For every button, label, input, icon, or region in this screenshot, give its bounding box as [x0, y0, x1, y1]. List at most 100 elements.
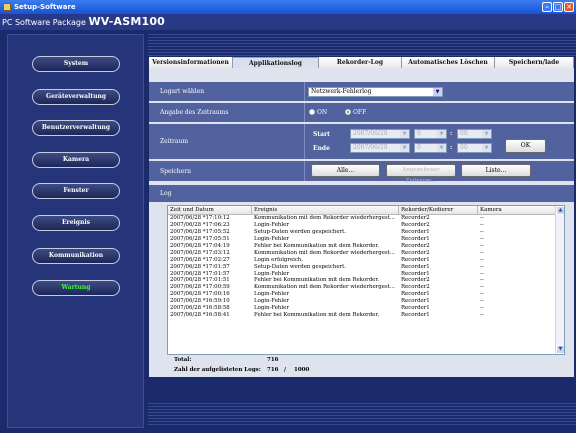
end-minute-select[interactable]: 00 ▼ [457, 143, 492, 153]
cell-event: Kommunikation mit dem Rekorder wiederher… [254, 249, 395, 256]
log-title: Log [160, 190, 172, 197]
table-row[interactable]: 2007/06/28 *17:06:23 Login-Fehler Recorder… [168, 222, 557, 229]
start-minute-value: 00 [460, 130, 468, 137]
cell-event: Fehler bei Kommunikation mit dem Rekorde… [254, 277, 380, 284]
end-date-value: 2007/06/28 [353, 144, 388, 151]
table-row[interactable]: 2007/06/28 *17:01:57 Login-Fehler Recorder… [168, 271, 557, 278]
cell-recorder: Recorder1 [401, 270, 430, 277]
table-row[interactable]: 2007/06/28 *16:58:58 Login-Fehler Recorder… [168, 305, 557, 312]
product-prefix: PC Software Package [2, 18, 86, 27]
table-row[interactable]: 2007/06/28 *16:59:10 Login-Fehler Recorder… [168, 298, 557, 305]
minimize-icon[interactable]: – [542, 2, 552, 12]
cell-camera: -- [480, 284, 484, 291]
cell-camera: -- [480, 249, 484, 256]
log-rows: 2007/06/28 *17:10:12 Kommunikation mit de… [168, 215, 557, 319]
end-hour-select[interactable]: 0 ▼ [414, 143, 447, 153]
logtype-select[interactable]: Netzwerk-Fehlerlog ▼ [308, 87, 443, 97]
cell-datetime: 2007/06/28 *16:59:10 [170, 298, 230, 305]
tab-application-log[interactable]: Applikationslog [233, 57, 319, 68]
main-panel: Versionsinformationen Applikationslog Re… [149, 57, 574, 377]
logtype-label: Logart wählen [160, 88, 205, 95]
sidebar: System Geräteverwaltung Benutzerverwaltu… [7, 34, 144, 428]
title-bar: Setup-Software – □ ✕ [0, 0, 576, 14]
start-hour-select[interactable]: 0 ▼ [414, 129, 447, 139]
cell-recorder: Recorder1 [401, 312, 430, 319]
table-row[interactable]: 2007/06/28 *17:05:52 Setup-Daten werden g… [168, 229, 557, 236]
save-range-button[interactable]: Angegebener Zeitraum... [386, 164, 456, 184]
log-header: Log [149, 185, 574, 202]
scroll-down-icon[interactable]: ▼ [556, 345, 564, 354]
cell-event: Fehler bei Kommunikation mit dem Rekorde… [254, 242, 380, 249]
end-hour-value: 0 [417, 144, 421, 151]
product-model: WV-ASM100 [88, 15, 166, 28]
save-list-button[interactable]: Liste... [461, 164, 531, 177]
start-minute-select[interactable]: 00 ▼ [457, 129, 492, 139]
ok-button[interactable]: OK [505, 139, 546, 153]
table-row[interactable]: 2007/06/28 *17:05:51 Login-Fehler Recorder… [168, 236, 557, 243]
tab-version-info[interactable]: Versionsinformationen [149, 57, 233, 68]
save-all-button[interactable]: Alle... [311, 164, 380, 177]
cell-event: Login-Fehler [254, 235, 289, 242]
table-row[interactable]: 2007/06/28 *17:00:16 Login-Fehler Recorder… [168, 291, 557, 298]
close-icon[interactable]: ✕ [564, 2, 574, 12]
cell-datetime: 2007/06/28 *17:03:12 [170, 249, 230, 256]
cell-event: Kommunikation mit dem Rekorder wiederher… [254, 215, 395, 221]
period-label: Zeitraum [160, 138, 189, 145]
window-title: Setup-Software [14, 3, 76, 11]
column-header-camera[interactable]: Kamera [478, 206, 557, 215]
table-row[interactable]: 2007/06/28 *16:58:41 Fehler bei Kommunika… [168, 312, 557, 319]
timespec-off-radio[interactable] [345, 109, 351, 115]
nav-user-management-button[interactable]: Benutzerverwaltung [32, 120, 120, 136]
cell-datetime: 2007/06/28 *16:58:41 [170, 312, 230, 319]
tab-save-load[interactable]: Speichern/lade [495, 57, 574, 68]
nav-maintenance-button[interactable]: Wartung [32, 280, 120, 296]
end-date-select[interactable]: 2007/06/28 ▼ [350, 143, 410, 153]
nav-camera-button[interactable]: Kamera [32, 152, 120, 168]
cell-camera: -- [480, 221, 484, 228]
log-scrollbar[interactable]: ▲ ▼ [555, 206, 564, 354]
tab-auto-delete[interactable]: Automatisches Löschen [402, 57, 495, 68]
table-row[interactable]: 2007/06/28 *17:10:12 Kommunikation mit de… [168, 215, 557, 222]
nav-system-button[interactable]: System [32, 56, 120, 72]
nav-device-management-button[interactable]: Geräteverwaltung [32, 89, 120, 105]
cell-datetime: 2007/06/28 *17:00:59 [170, 284, 230, 291]
timespec-on-label: ON [317, 109, 328, 116]
table-row[interactable]: 2007/06/28 *17:00:59 Kommunikation mit de… [168, 284, 557, 291]
nav-window-button[interactable]: Fenster [32, 183, 120, 199]
table-row[interactable]: 2007/06/28 *17:01:51 Fehler bei Kommunika… [168, 277, 557, 284]
cell-event: Login-Fehler [254, 221, 289, 228]
chevron-down-icon: ▼ [482, 144, 491, 152]
column-header-recorder[interactable]: Rekorder/Kodierer [399, 206, 478, 215]
start-hour-value: 0 [417, 130, 421, 137]
table-row[interactable]: 2007/06/28 *17:01:57 Setup-Daten werden g… [168, 264, 557, 271]
table-row[interactable]: 2007/06/28 *17:02:27 Login erfolgreich. Re… [168, 257, 557, 264]
cell-camera: -- [480, 312, 484, 319]
chevron-down-icon: ▼ [437, 144, 446, 152]
cell-recorder: Recorder2 [401, 215, 430, 221]
total-value: 716 [267, 357, 279, 363]
start-date-select[interactable]: 2007/06/28 ▼ [350, 129, 410, 139]
save-row: Speichern Alle... Angegebener Zeitraum..… [149, 161, 574, 184]
timespec-on-radio[interactable] [309, 109, 315, 115]
cell-datetime: 2007/06/28 *17:06:23 [170, 221, 230, 228]
column-header-datetime[interactable]: Zeit und Datum [168, 206, 252, 215]
listed-max: 1000 [294, 367, 310, 373]
nav-event-button[interactable]: Ereignis [32, 215, 120, 231]
timespec-label: Angabe des Zeitraums [160, 109, 229, 116]
cell-datetime: 2007/06/28 *17:01:57 [170, 270, 230, 277]
table-row[interactable]: 2007/06/28 *17:04:19 Fehler bei Kommunika… [168, 243, 557, 250]
table-row[interactable]: 2007/06/28 *17:03:12 Kommunikation mit de… [168, 250, 557, 257]
cell-recorder: Recorder1 [401, 228, 430, 235]
cell-recorder: Recorder1 [401, 235, 430, 242]
nav-communication-button[interactable]: Kommunikation [32, 248, 120, 264]
cell-event: Login-Fehler [254, 270, 289, 277]
cell-event: Fehler bei Kommunikation mit dem Rekorde… [254, 312, 380, 319]
cell-camera: -- [480, 228, 484, 235]
maximize-icon[interactable]: □ [553, 2, 563, 12]
app-icon [3, 3, 11, 11]
column-header-event[interactable]: Ereignis [252, 206, 399, 215]
scroll-up-icon[interactable]: ▲ [556, 206, 564, 215]
cell-datetime: 2007/06/28 *17:01:51 [170, 277, 230, 284]
tab-recorder-log[interactable]: Rekorder-Log [319, 57, 402, 68]
log-list[interactable]: Zeit und Datum Ereignis Rekorder/Kodiere… [167, 205, 565, 355]
